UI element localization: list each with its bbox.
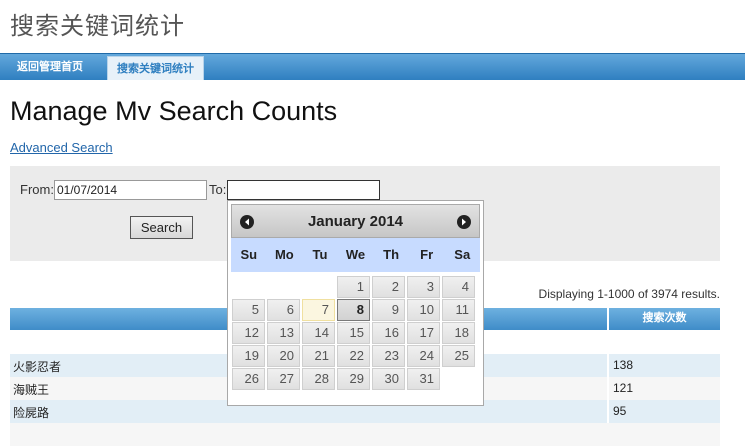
datepicker-day[interactable]: 27 [267, 368, 300, 390]
weekday-label: Sa [454, 247, 471, 262]
table-row[interactable] [10, 423, 720, 446]
datepicker-day[interactable]: 11 [442, 299, 475, 321]
datepicker-weekdays: Su Mo Tu We Th Fr Sa [231, 238, 480, 272]
weekday-label: Tu [312, 247, 328, 262]
to-label: To: [209, 182, 227, 197]
datepicker-popup: January 2014 Su Mo Tu We Th Fr Sa 123456… [227, 200, 484, 406]
datepicker-empty-cell [232, 276, 265, 298]
datepicker-day[interactable]: 2 [372, 276, 405, 298]
datepicker-day[interactable]: 3 [407, 276, 440, 298]
datepicker-day[interactable]: 15 [337, 322, 370, 344]
weekday-label: Mo [274, 247, 294, 262]
datepicker-empty-cell [302, 276, 335, 298]
keyword-cell: 险屍路 [13, 406, 50, 420]
from-label: From: [20, 182, 54, 197]
advanced-search-link[interactable]: Advanced Search [10, 140, 113, 155]
datepicker-day[interactable]: 25 [442, 345, 475, 367]
datepicker-day[interactable]: 26 [232, 368, 265, 390]
datepicker-day[interactable]: 23 [372, 345, 405, 367]
datepicker-day[interactable]: 30 [372, 368, 405, 390]
datepicker-day[interactable]: 5 [232, 299, 265, 321]
next-month-icon[interactable] [457, 215, 471, 229]
datepicker-day[interactable]: 8 [337, 299, 370, 321]
keyword-cell: 海贼王 [13, 383, 50, 397]
page-title: Manage Mv Search Counts [10, 96, 338, 126]
result-summary: Displaying 1-1000 of 3974 results. [538, 287, 720, 301]
datepicker-day[interactable]: 24 [407, 345, 440, 367]
datepicker-day[interactable]: 14 [302, 322, 335, 344]
datepicker-day[interactable]: 7 [302, 299, 335, 321]
datepicker-header: January 2014 [231, 204, 480, 238]
datepicker-day[interactable]: 18 [442, 322, 475, 344]
datepicker-day[interactable]: 19 [232, 345, 265, 367]
nav-item-admin-home[interactable]: 返回管理首页 [8, 54, 92, 80]
datepicker-day[interactable]: 13 [267, 322, 300, 344]
datepicker-day[interactable]: 1 [337, 276, 370, 298]
site-title: 搜索关键词统计 [10, 12, 185, 40]
datepicker-day[interactable]: 21 [302, 345, 335, 367]
datepicker-day[interactable]: 29 [337, 368, 370, 390]
search-button[interactable]: Search [130, 216, 193, 239]
weekday-label: Th [383, 247, 400, 262]
datepicker-day[interactable]: 20 [267, 345, 300, 367]
column-header-search-count[interactable]: 搜索次数 [607, 308, 720, 330]
nav-item-keyword-stats[interactable]: 搜索关键词统计 [107, 56, 204, 80]
datepicker-day[interactable]: 10 [407, 299, 440, 321]
navbar: 返回管理首页 搜索关键词统计 [0, 53, 745, 80]
datepicker-day[interactable]: 31 [407, 368, 440, 390]
keyword-cell: 火影忍者 [13, 360, 62, 374]
datepicker-day[interactable]: 4 [442, 276, 475, 298]
count-cell: 95 [607, 400, 720, 423]
datepicker-day[interactable]: 17 [407, 322, 440, 344]
datepicker-month-title: January 2014 [307, 213, 404, 230]
weekday-label: Fr [420, 247, 434, 262]
datepicker-empty-cell [267, 276, 300, 298]
weekday-label: We [345, 247, 366, 262]
datepicker-day[interactable]: 28 [302, 368, 335, 390]
count-cell: 121 [607, 377, 720, 400]
datepicker-day[interactable]: 22 [337, 345, 370, 367]
datepicker-day[interactable]: 6 [267, 299, 300, 321]
from-date-input[interactable]: 01/07/2014 [54, 180, 207, 200]
weekday-label: Su [240, 247, 258, 262]
datepicker-day[interactable]: 12 [232, 322, 265, 344]
datepicker-day-grid: 1 2 3 4 5 6 7 8 9 10 11 12 13 14 15 16 17 18 19 20 21 22 23 24 2… [232, 276, 480, 390]
datepicker-day[interactable]: 16 [372, 322, 405, 344]
count-cell: 138 [607, 354, 720, 377]
to-date-input[interactable] [227, 180, 380, 200]
datepicker-day[interactable]: 9 [372, 299, 405, 321]
